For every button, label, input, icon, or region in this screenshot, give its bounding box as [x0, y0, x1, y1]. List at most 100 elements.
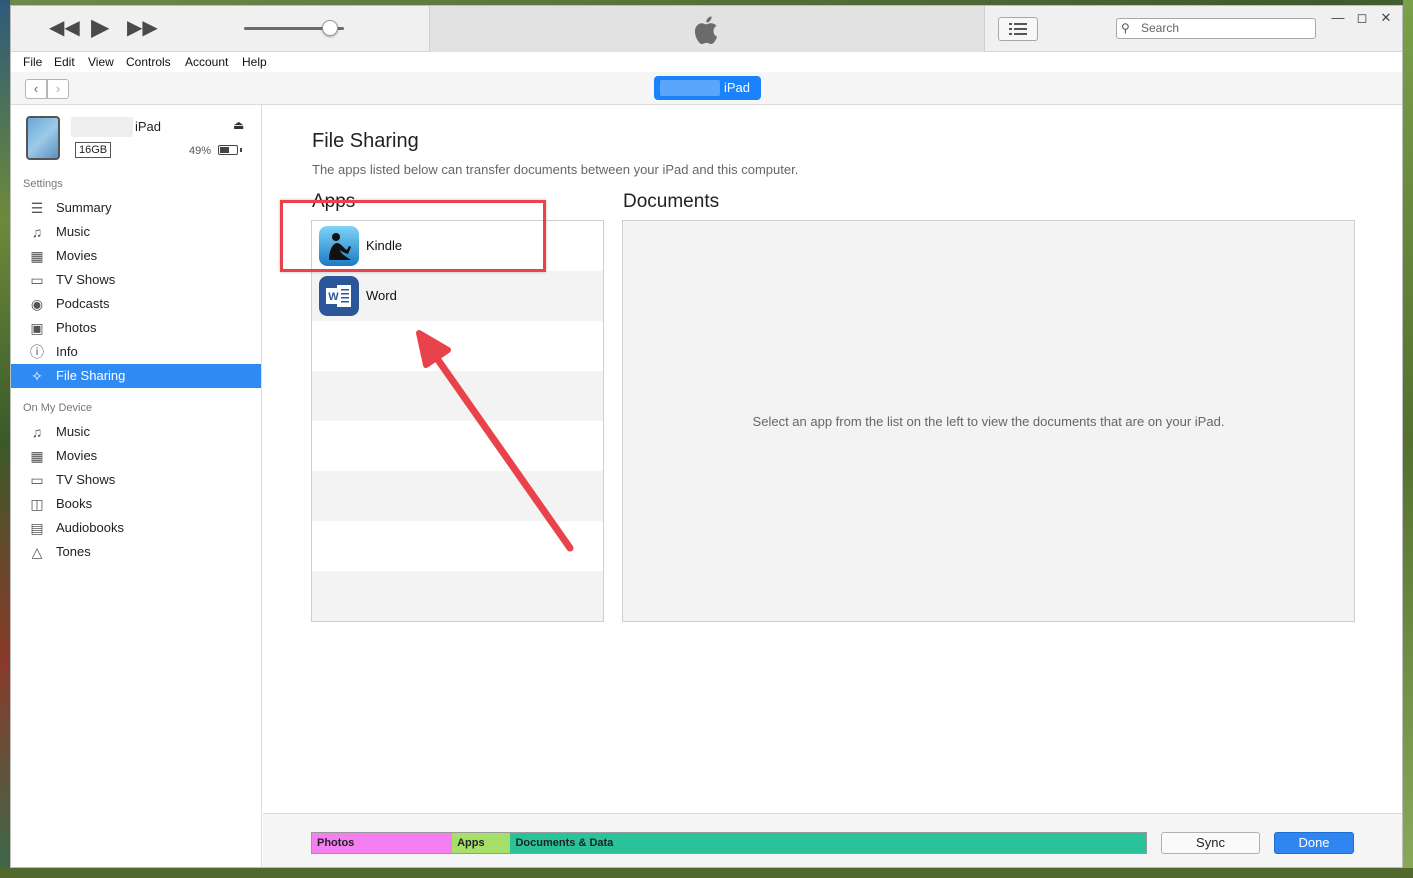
fast-forward-icon[interactable]: ▶▶	[127, 15, 158, 41]
search-icon: ⚲	[1121, 21, 1130, 35]
desktop-background-bottom	[0, 868, 1413, 878]
sidebar-item-label: Info	[56, 344, 78, 359]
sidebar-item-movies[interactable]: ▦ Movies	[11, 244, 261, 268]
battery-percentage: 49%	[189, 145, 212, 157]
sidebar: iPad ⏏ 16GB 49% Settings ☰ Summary ♫ Music ▦…	[11, 105, 262, 867]
device-name: iPad	[135, 119, 162, 134]
player-bar: ◀◀ ▶ ▶▶ Search ⚲ — ◻ ✕	[11, 6, 1402, 52]
sidebar-item-podcasts[interactable]: ◉ Podcasts	[11, 292, 261, 316]
apps-header: Apps	[312, 191, 356, 212]
app-name-word: Word	[366, 288, 397, 303]
tv-icon: ▭	[30, 472, 44, 488]
app-store-icon: ✧	[31, 368, 43, 384]
audiobook-icon: ▤	[30, 520, 44, 536]
sidebar-device-item-music[interactable]: ♫ Music	[11, 420, 261, 444]
up-next-list-button[interactable]	[998, 17, 1038, 41]
sidebar-item-label: Movies	[56, 248, 98, 263]
film-icon: ▦	[30, 448, 44, 464]
film-icon: ▦	[30, 248, 44, 264]
desktop-background-right	[1403, 0, 1413, 878]
storage-segment-documents-data: Documents & Data	[510, 833, 1146, 853]
empty-row	[312, 321, 603, 371]
menu-edit[interactable]: Edit	[54, 55, 75, 69]
device-button-label: iPad	[724, 80, 751, 95]
documents-hint: Select an app from the list on the left …	[752, 414, 1225, 429]
on-my-device-header: On My Device	[23, 402, 93, 414]
sidebar-item-tv-shows[interactable]: ▭ TV Shows	[11, 268, 261, 292]
capacity-badge: 16GB	[75, 142, 112, 158]
page-title: File Sharing	[312, 130, 419, 152]
menu-account[interactable]: Account	[185, 55, 228, 69]
sidebar-item-label: Audiobooks	[56, 520, 124, 535]
apps-list: Kindle W Word	[311, 220, 604, 622]
menu-file[interactable]: File	[23, 55, 42, 69]
sidebar-item-summary[interactable]: ☰ Summary	[11, 196, 261, 220]
summary-icon: ☰	[30, 200, 44, 216]
device-button[interactable]: iPad	[654, 76, 761, 100]
minimize-button[interactable]: —	[1327, 9, 1349, 27]
sidebar-item-label: Photos	[56, 320, 97, 335]
tv-icon: ▭	[30, 272, 44, 288]
eject-icon[interactable]: ⏏	[233, 118, 244, 132]
bell-icon: △	[31, 544, 43, 560]
battery-icon	[218, 145, 242, 155]
empty-row	[312, 571, 603, 621]
close-button[interactable]: ✕	[1375, 9, 1397, 27]
search-input[interactable]: Search	[1116, 18, 1316, 39]
redacted-owner-name	[71, 117, 133, 137]
storage-segment-photos: Photos	[312, 833, 453, 853]
menu-help[interactable]: Help	[242, 55, 267, 69]
sidebar-device-item-tv-shows[interactable]: ▭ TV Shows	[11, 468, 261, 492]
sidebar-item-label: Music	[56, 424, 90, 439]
empty-row	[312, 421, 603, 471]
sidebar-item-label: TV Shows	[56, 272, 116, 287]
navigation-bar: ‹ › iPad	[11, 72, 1402, 105]
sidebar-item-music[interactable]: ♫ Music	[11, 220, 261, 244]
sidebar-device-item-audiobooks[interactable]: ▤ Audiobooks	[11, 516, 261, 540]
itunes-window: ◀◀ ▶ ▶▶ Search ⚲ — ◻ ✕ File Edit View Co…	[10, 5, 1403, 868]
empty-row	[312, 371, 603, 421]
sync-button[interactable]: Sync	[1161, 832, 1260, 854]
apple-logo-icon	[694, 16, 717, 45]
menu-controls[interactable]: Controls	[126, 55, 171, 69]
sidebar-item-label: File Sharing	[56, 368, 126, 383]
sidebar-item-label: Books	[56, 496, 93, 511]
menu-view[interactable]: View	[88, 55, 114, 69]
sidebar-item-photos[interactable]: ▣ Photos	[11, 316, 261, 340]
bottom-bar: Photos Apps Documents & Data Sync Done	[263, 813, 1402, 867]
back-button[interactable]: ‹	[25, 79, 47, 99]
forward-button[interactable]: ›	[47, 79, 69, 99]
music-note-icon: ♫	[31, 424, 43, 440]
sidebar-item-label: Podcasts	[56, 296, 110, 311]
menu-bar: File Edit View Controls Account Help	[11, 52, 1402, 72]
list-icon	[1009, 23, 1027, 35]
empty-row	[312, 471, 603, 521]
play-icon[interactable]: ▶	[91, 15, 109, 41]
sidebar-device-item-tones[interactable]: △ Tones	[11, 540, 261, 564]
status-display	[429, 6, 985, 52]
app-row-kindle[interactable]: Kindle	[312, 221, 603, 271]
empty-row	[312, 521, 603, 571]
podcast-icon: ◉	[30, 296, 44, 312]
sidebar-device-item-books[interactable]: ◫ Books	[11, 492, 261, 516]
book-icon: ◫	[30, 496, 44, 512]
done-button[interactable]: Done	[1274, 832, 1354, 854]
app-name-kindle: Kindle	[366, 238, 403, 253]
app-row-word[interactable]: W Word	[312, 271, 603, 321]
kindle-icon	[319, 226, 359, 266]
sidebar-device-item-movies[interactable]: ▦ Movies	[11, 444, 261, 468]
svg-text:W: W	[328, 291, 339, 303]
desktop-background	[0, 0, 10, 878]
documents-panel: Select an app from the list on the left …	[622, 220, 1355, 622]
file-sharing-panel: File Sharing The apps listed below can t…	[263, 105, 1402, 813]
documents-header: Documents	[623, 191, 720, 212]
sidebar-item-info[interactable]: ⓘ Info	[11, 340, 261, 364]
sidebar-item-label: Movies	[56, 448, 98, 463]
sidebar-item-file-sharing[interactable]: ✧ File Sharing	[11, 364, 261, 388]
sidebar-item-label: Music	[56, 224, 90, 239]
storage-segment-apps: Apps	[452, 833, 511, 853]
maximize-button[interactable]: ◻	[1351, 9, 1373, 27]
volume-knob[interactable]	[322, 20, 338, 36]
storage-capacity-bar[interactable]: Photos Apps Documents & Data	[311, 832, 1147, 854]
rewind-icon[interactable]: ◀◀	[49, 15, 80, 41]
